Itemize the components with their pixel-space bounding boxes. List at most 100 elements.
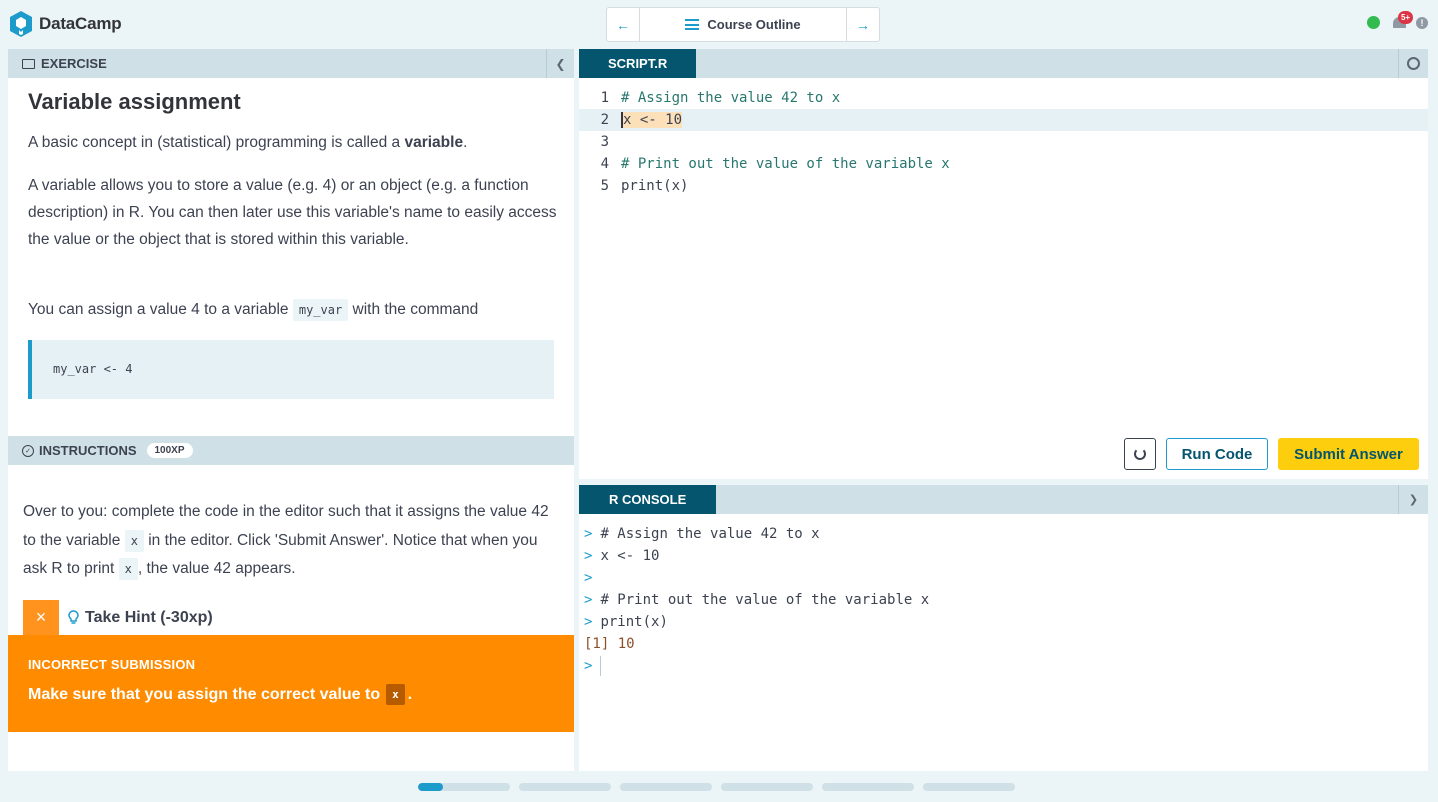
xp-badge: 100XP	[146, 443, 193, 458]
code-line: 5 print(x)	[579, 175, 1428, 197]
notifications-button[interactable]: 5+	[1392, 11, 1413, 31]
code-line-active: 2 x <- 10	[579, 109, 1428, 131]
course-outline-label: Course Outline	[707, 17, 801, 32]
code-line: 4 # Print out the value of the variable …	[579, 153, 1428, 175]
progress-segment[interactable]	[721, 783, 813, 791]
arrow-left-icon: ←	[616, 16, 630, 33]
progress-segment[interactable]	[620, 783, 712, 791]
line-number: 2	[600, 112, 609, 128]
prompt: >	[584, 658, 593, 674]
prev-exercise-button[interactable]: ←	[607, 8, 640, 41]
brand[interactable]: DataCamp	[8, 10, 122, 38]
reset-icon	[1134, 448, 1146, 460]
online-status-icon	[1367, 16, 1380, 29]
cursor: x	[621, 112, 632, 128]
code-editor[interactable]: 1 # Assign the value 42 to x 2 x <- 10 3…	[579, 87, 1428, 197]
feedback-message: Make sure that you assign the correct va…	[28, 684, 554, 705]
prompt: >	[584, 570, 593, 586]
reset-code-button[interactable]	[1124, 438, 1156, 470]
text: Make sure that you assign the correct va…	[28, 685, 381, 703]
run-code-button[interactable]: Run Code	[1166, 438, 1268, 470]
course-outline-nav: ← Course Outline →	[606, 7, 880, 42]
exercise-paragraph-2: A variable allows you to store a value (…	[28, 177, 557, 248]
exercise-paragraph-1: A basic concept in (statistical) program…	[28, 129, 558, 156]
code-line: 3	[579, 131, 1428, 153]
feedback-banner: INCORRECT SUBMISSION Make sure that you …	[8, 635, 574, 732]
submit-answer-button[interactable]: Submit Answer	[1278, 438, 1419, 470]
line-number: 4	[600, 156, 609, 172]
datacamp-logo-icon	[10, 11, 32, 37]
exercise-paragraph-3: You can assign a value 4 to a variable m…	[28, 296, 558, 324]
console-output[interactable]: > # Assign the value 42 to x > x <- 10 > >…	[584, 523, 929, 677]
highlighted-code: <- 10	[631, 112, 683, 128]
collapse-panel-button[interactable]: ❮	[546, 49, 574, 78]
console-text: print(x)	[600, 614, 668, 630]
line-text: x <- 10	[621, 112, 683, 128]
console-text: x <- 10	[600, 548, 660, 564]
line-text: # Assign the value 42 to x	[621, 90, 841, 106]
line-number: 1	[600, 90, 609, 106]
console-output-line: [1] 10	[584, 636, 635, 652]
take-hint-label: Take Hint (-30xp)	[85, 608, 213, 626]
progress-fill	[418, 783, 443, 791]
inline-code: x	[118, 558, 138, 580]
text: with the command	[348, 301, 479, 318]
course-outline-button[interactable]: Course Outline	[640, 8, 846, 41]
top-bar: DataCamp ← Course Outline → 5+ !	[0, 0, 1438, 48]
console-input-line[interactable]: >	[584, 655, 929, 677]
instructions-text: Over to you: complete the code in the ed…	[23, 498, 563, 584]
instructions-label: INSTRUCTIONS	[39, 443, 137, 458]
arrow-right-icon: →	[856, 16, 870, 33]
close-feedback-button[interactable]: ×	[23, 600, 59, 635]
text: .	[407, 685, 413, 703]
inline-code: x	[386, 684, 405, 705]
exercise-header-label: EXERCISE	[41, 56, 107, 71]
gear-icon	[1407, 57, 1420, 70]
r-console: R CONSOLE ❯ > # Assign the value 42 to x …	[579, 485, 1428, 771]
progress-segment[interactable]	[822, 783, 914, 791]
check-circle-icon: ✓	[22, 444, 34, 457]
bold-term: variable	[404, 134, 464, 151]
console-line: > # Print out the value of the variable x	[584, 589, 929, 611]
console-text: # Print out the value of the variable x	[600, 592, 930, 608]
tab-r-console[interactable]: R CONSOLE	[579, 485, 717, 514]
exercise-header: EXERCISE ❮	[8, 49, 574, 78]
console-line: >	[584, 567, 929, 589]
progress-segment[interactable]	[418, 783, 510, 791]
collapse-console-button[interactable]: ❯	[1398, 485, 1428, 514]
text: , the value 42 appears.	[137, 560, 296, 577]
console-cursor	[600, 656, 602, 676]
editor-actions: Run Code Submit Answer	[1124, 438, 1419, 470]
script-editor: SCRIPT.R 1 # Assign the value 42 to x 2 …	[579, 49, 1428, 479]
editor-tab-bar: SCRIPT.R	[579, 49, 1428, 78]
lightbulb-icon	[68, 610, 79, 624]
exercise-icon	[22, 58, 35, 69]
chevron-down-icon: ❯	[1408, 494, 1419, 506]
prompt: >	[584, 614, 593, 630]
feedback-title: INCORRECT SUBMISSION	[28, 657, 196, 672]
text: You can assign a value 4 to a variable	[28, 301, 293, 318]
info-icon[interactable]: !	[1416, 16, 1428, 29]
console-line: > x <- 10	[584, 545, 929, 567]
take-hint-button[interactable]: Take Hint (-30xp)	[68, 609, 213, 627]
inline-code: x	[124, 529, 144, 552]
brand-name: DataCamp	[39, 14, 122, 33]
prompt: >	[584, 548, 593, 564]
code-line: 1 # Assign the value 42 to x	[579, 87, 1428, 109]
next-exercise-button[interactable]: →	[846, 8, 879, 41]
progress-segment[interactable]	[923, 783, 1015, 791]
console-line: > # Assign the value 42 to x	[584, 523, 929, 545]
line-text: print(x)	[621, 178, 689, 194]
code-example: my_var <- 4	[28, 340, 554, 399]
console-text: # Assign the value 42 to x	[600, 526, 820, 542]
editor-settings-button[interactable]	[1398, 49, 1428, 78]
chevron-left-icon: ❮	[555, 56, 566, 71]
line-number: 5	[600, 178, 609, 194]
line-number: 3	[600, 134, 609, 150]
inline-code: my_var	[292, 299, 349, 321]
progress-segment[interactable]	[519, 783, 611, 791]
line-text: # Print out the value of the variable x	[621, 156, 950, 172]
instructions-header: ✓ INSTRUCTIONS 100XP	[8, 436, 574, 465]
tab-script-r[interactable]: SCRIPT.R	[579, 49, 697, 78]
text: A basic concept in (statistical) program…	[28, 134, 405, 151]
